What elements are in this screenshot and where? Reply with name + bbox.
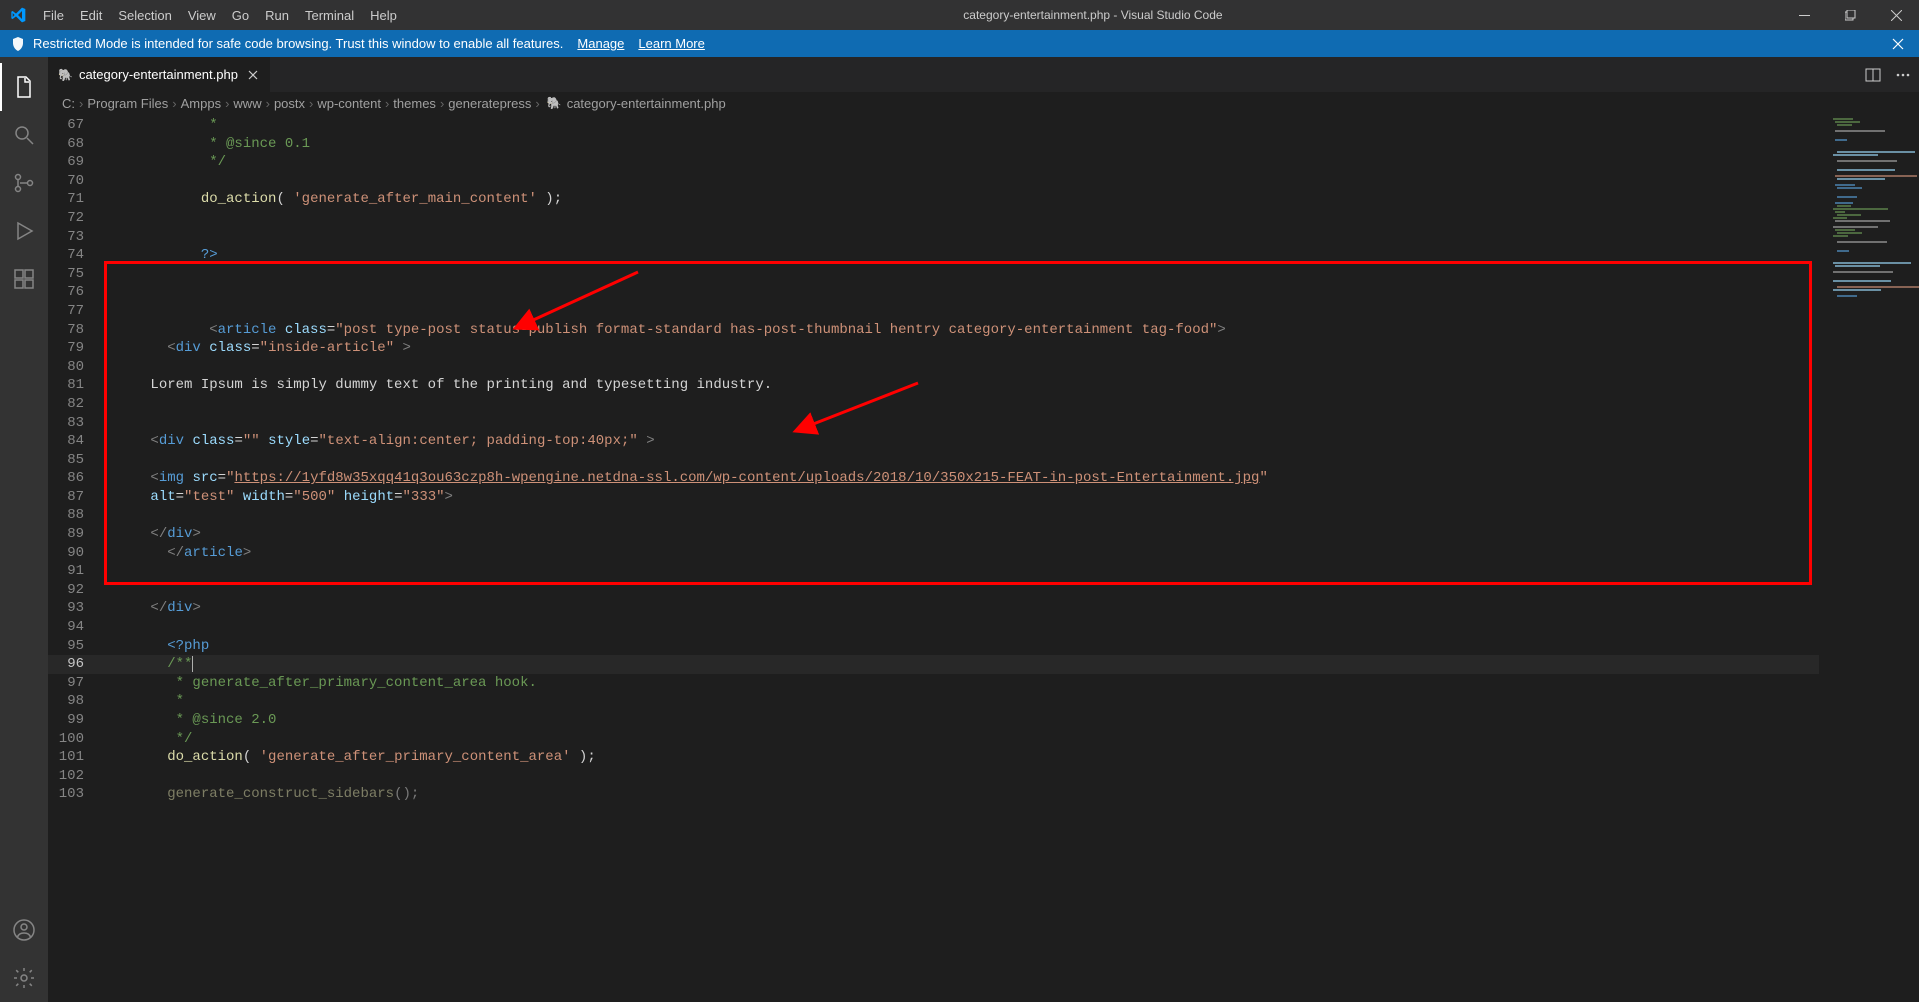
close-info-bar-icon[interactable] <box>1887 37 1909 51</box>
learn-more-link[interactable]: Learn More <box>638 36 704 51</box>
explorer-icon[interactable] <box>0 63 48 111</box>
minimap[interactable] <box>1819 114 1919 1002</box>
tab-bar: 🐘 category-entertainment.php <box>48 57 1919 92</box>
activity-bar <box>0 57 48 1002</box>
breadcrumb-seg[interactable]: generatepress <box>448 96 531 111</box>
breadcrumb-seg[interactable]: Ampps <box>181 96 221 111</box>
title-bar: File Edit Selection View Go Run Terminal… <box>0 0 1919 30</box>
restricted-mode-bar: Restricted Mode is intended for safe cod… <box>0 30 1919 57</box>
breadcrumb-seg[interactable]: wp-content <box>317 96 381 111</box>
tab-label: category-entertainment.php <box>79 67 238 82</box>
restricted-mode-text: Restricted Mode is intended for safe cod… <box>33 36 563 51</box>
menu-file[interactable]: File <box>35 0 72 30</box>
line-gutter: 6768697071727374757677787980818283848586… <box>48 114 100 1002</box>
menu-view[interactable]: View <box>180 0 224 30</box>
close-button[interactable] <box>1873 0 1919 30</box>
breadcrumb-seg[interactable]: themes <box>393 96 436 111</box>
source-control-icon[interactable] <box>0 159 48 207</box>
search-icon[interactable] <box>0 111 48 159</box>
breadcrumb-seg[interactable]: C: <box>62 96 75 111</box>
maximize-button[interactable] <box>1827 0 1873 30</box>
menu-terminal[interactable]: Terminal <box>297 0 362 30</box>
close-tab-icon[interactable] <box>244 66 262 84</box>
more-actions-icon[interactable] <box>1895 67 1911 83</box>
shield-icon <box>10 36 26 52</box>
menu-selection[interactable]: Selection <box>110 0 179 30</box>
settings-gear-icon[interactable] <box>0 954 48 1002</box>
accounts-icon[interactable] <box>0 906 48 954</box>
manage-link[interactable]: Manage <box>577 36 624 51</box>
php-file-icon: 🐘 <box>58 68 73 82</box>
window-controls <box>1781 0 1919 30</box>
breadcrumb-seg[interactable]: category-entertainment.php <box>567 96 726 111</box>
menu-go[interactable]: Go <box>224 0 257 30</box>
window-title: category-entertainment.php - Visual Stud… <box>405 8 1781 22</box>
breadcrumb-seg[interactable]: postx <box>274 96 305 111</box>
editor-area: 🐘 category-entertainment.php C:› Program… <box>48 57 1919 1002</box>
menu-bar: File Edit Selection View Go Run Terminal… <box>35 0 405 30</box>
breadcrumb[interactable]: C:› Program Files› Ampps› www› postx› wp… <box>48 92 1919 114</box>
menu-edit[interactable]: Edit <box>72 0 110 30</box>
split-editor-icon[interactable] <box>1865 67 1881 83</box>
breadcrumb-seg[interactable]: www <box>233 96 261 111</box>
menu-run[interactable]: Run <box>257 0 297 30</box>
breadcrumb-seg[interactable]: Program Files <box>87 96 168 111</box>
vscode-logo <box>0 7 35 23</box>
extensions-icon[interactable] <box>0 255 48 303</box>
code-editor[interactable]: 6768697071727374757677787980818283848586… <box>48 114 1919 1002</box>
run-debug-icon[interactable] <box>0 207 48 255</box>
code-content[interactable]: * * @since 0.1 */ do_action( 'generate_a… <box>100 114 1819 1002</box>
php-file-icon: 🐘 <box>547 96 562 110</box>
tab-file[interactable]: 🐘 category-entertainment.php <box>48 57 271 92</box>
minimize-button[interactable] <box>1781 0 1827 30</box>
menu-help[interactable]: Help <box>362 0 405 30</box>
